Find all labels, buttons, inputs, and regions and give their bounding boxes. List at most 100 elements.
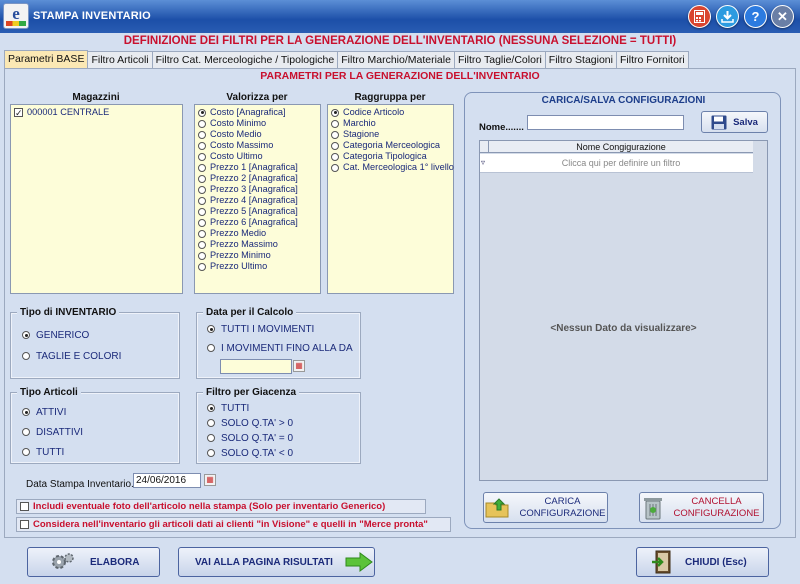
valorizza-option[interactable]: Prezzo 1 [Anagrafica]	[195, 162, 320, 173]
valorizza-option[interactable]: Prezzo Medio	[195, 228, 320, 239]
radio-movimenti-fino[interactable]: I MOVIMENTI FINO ALLA DA	[207, 341, 360, 355]
radio-icon	[22, 352, 30, 360]
radio-label: ATTIVI	[36, 406, 67, 418]
raggruppa-option[interactable]: Stagione	[328, 129, 453, 140]
raggruppa-option[interactable]: Categoria Merceologica	[328, 140, 453, 151]
tipo-articoli-group: Tipo Articoli ATTIVI DISATTIVI TUTTI	[10, 387, 180, 464]
valorizza-option[interactable]: Costo Minimo	[195, 118, 320, 129]
radio-tutti-movimenti[interactable]: TUTTI I MOVIMENTI	[207, 322, 314, 336]
grid-empty-text: <Nessun Dato da visualizzare>	[550, 323, 697, 334]
radio-icon	[331, 119, 339, 128]
radio-giacenza-minore[interactable]: SOLO Q.TA' < 0	[207, 446, 293, 460]
radio-selected-icon	[207, 404, 215, 412]
tipo-articoli-label: Tipo Articoli	[17, 387, 81, 398]
radio-selected-icon	[331, 108, 339, 117]
radio-icon	[207, 449, 215, 457]
radio-selected-icon	[22, 408, 30, 416]
radio-giacenza-zero[interactable]: SOLO Q.TA' = 0	[207, 431, 293, 445]
save-button[interactable]: Salva	[701, 111, 768, 133]
radio-icon	[198, 251, 206, 260]
radio-disattivi[interactable]: DISATTIVI	[22, 425, 83, 439]
magazzino-item[interactable]: ✓ 000001 CENTRALE	[11, 107, 182, 118]
floppy-icon	[711, 115, 727, 129]
chiudi-button[interactable]: CHIUDI (Esc)	[636, 547, 769, 577]
valorizza-option-label: Prezzo 6 [Anagrafica]	[210, 217, 298, 227]
radio-label: GENERICO	[36, 329, 90, 341]
tab-filtro-taglie-colori[interactable]: Filtro Taglie/Colori	[453, 51, 546, 68]
calendar-icon[interactable]: ▦	[204, 474, 216, 486]
radio-taglie-colori[interactable]: TAGLIE E COLORI	[22, 349, 121, 363]
tab-filtro-stagioni[interactable]: Filtro Stagioni	[544, 51, 617, 68]
risultati-button[interactable]: VAI ALLA PAGINA RISULTATI	[178, 547, 375, 577]
magazzino-label: 000001 CENTRALE	[27, 107, 110, 117]
radio-giacenza-maggiore[interactable]: SOLO Q.TA' > 0	[207, 416, 293, 430]
delete-config-button[interactable]: CANCELLA CONFIGURAZIONE	[639, 492, 764, 523]
raggruppa-option-label: Marchio	[343, 118, 376, 128]
raggruppa-option[interactable]: Marchio	[328, 118, 453, 129]
raggruppa-option[interactable]: Codice Articolo	[328, 107, 453, 118]
download-icon[interactable]	[716, 5, 739, 28]
data-stampa-input[interactable]: 24/06/2016	[133, 473, 201, 488]
radio-attivi[interactable]: ATTIVI	[22, 405, 66, 419]
config-name-input[interactable]	[527, 115, 684, 130]
radio-giacenza-tutti[interactable]: TUTTI	[207, 401, 249, 415]
checkbox-icon[interactable]	[20, 502, 29, 511]
checkbox-icon[interactable]	[20, 520, 29, 529]
grid-header-row: Nome Congigurazione	[480, 141, 753, 153]
tab-parametri-base[interactable]: Parametri BASE	[4, 50, 89, 68]
radio-icon	[331, 141, 339, 150]
data-calcolo-input[interactable]	[220, 359, 292, 374]
valorizza-option[interactable]: Prezzo 4 [Anagrafica]	[195, 195, 320, 206]
help-icon[interactable]: ?	[744, 5, 767, 28]
valorizza-option[interactable]: Costo Medio	[195, 129, 320, 140]
app-logo-icon: e	[3, 3, 29, 29]
valorizza-list[interactable]: Costo [Anagrafica] Costo Minimo Costo Medi…	[194, 104, 321, 294]
valorizza-option[interactable]: Prezzo Minimo	[195, 250, 320, 261]
radio-tutti-articoli[interactable]: TUTTI	[22, 445, 64, 459]
radio-icon	[331, 163, 339, 172]
checkbox-checked-icon[interactable]: ✓	[14, 108, 23, 118]
load-config-button[interactable]: CARICA CONFIGURAZIONE	[483, 492, 608, 523]
grid-header-selector	[480, 141, 489, 153]
arrow-right-icon	[345, 552, 373, 572]
raggruppa-label: Raggruppa per	[354, 92, 426, 103]
radio-icon	[198, 141, 206, 150]
tab-filtro-articoli[interactable]: Filtro Articoli	[87, 51, 153, 68]
valorizza-option[interactable]: Costo [Anagrafica]	[195, 107, 320, 118]
grid-header[interactable]: Nome Congigurazione	[489, 141, 753, 153]
valorizza-option[interactable]: Costo Massimo	[195, 140, 320, 151]
raggruppa-option[interactable]: Categoria Tipologica	[328, 151, 453, 162]
valorizza-option[interactable]: Prezzo Massimo	[195, 239, 320, 250]
radio-icon	[22, 428, 30, 436]
valorizza-option-label: Costo Medio	[210, 129, 262, 139]
raggruppa-list[interactable]: Codice Articolo Marchio Stagione Categoria …	[327, 104, 454, 294]
tab-filtro-marchio[interactable]: Filtro Marchio/Materiale	[337, 51, 455, 68]
tab-bar: Parametri BASE Filtro Articoli Filtro Ca…	[4, 50, 689, 69]
tab-filtro-fornitori[interactable]: Filtro Fornitori	[615, 51, 689, 68]
raggruppa-option[interactable]: Cat. Merceologica 1° livello	[328, 162, 454, 173]
calculator-icon[interactable]	[688, 5, 711, 28]
trash-icon	[644, 497, 663, 519]
valorizza-option[interactable]: Prezzo Ultimo	[195, 261, 320, 272]
radio-generico[interactable]: GENERICO	[22, 328, 89, 342]
elabora-button[interactable]: ELABORA	[27, 547, 160, 577]
valorizza-option[interactable]: Prezzo 2 [Anagrafica]	[195, 173, 320, 184]
magazzini-list[interactable]: ✓ 000001 CENTRALE	[10, 104, 183, 294]
save-label: Salva	[733, 116, 758, 128]
tab-filtro-cat-merceologiche[interactable]: Filtro Cat. Merceologiche / Tipologiche	[151, 51, 339, 68]
considera-visione-option[interactable]: Considera nell'inventario gli articoli d…	[16, 517, 451, 532]
close-icon[interactable]: ✕	[771, 5, 794, 28]
grid-new-row[interactable]: ▿ Clicca qui per definire un filtro	[480, 154, 753, 173]
config-grid[interactable]: Nome Congigurazione ▿ Clicca qui per def…	[479, 140, 768, 481]
include-foto-option[interactable]: Includi eventuale foto dell'articolo nel…	[16, 499, 426, 514]
window-title: STAMPA INVENTARIO	[33, 10, 151, 22]
valorizza-option[interactable]: Prezzo 5 [Anagrafica]	[195, 206, 320, 217]
valorizza-option[interactable]: Prezzo 6 [Anagrafica]	[195, 217, 320, 228]
delete-label-1: CANCELLA	[691, 495, 742, 507]
valorizza-option[interactable]: Costo Ultimo	[195, 151, 320, 162]
radio-icon	[198, 119, 206, 128]
radio-icon	[198, 185, 206, 194]
valorizza-option[interactable]: Prezzo 3 [Anagrafica]	[195, 184, 320, 195]
filtro-giacenza-group: Filtro per Giacenza TUTTI SOLO Q.TA' > 0…	[196, 387, 361, 464]
calendar-icon[interactable]: ▦	[293, 360, 305, 372]
